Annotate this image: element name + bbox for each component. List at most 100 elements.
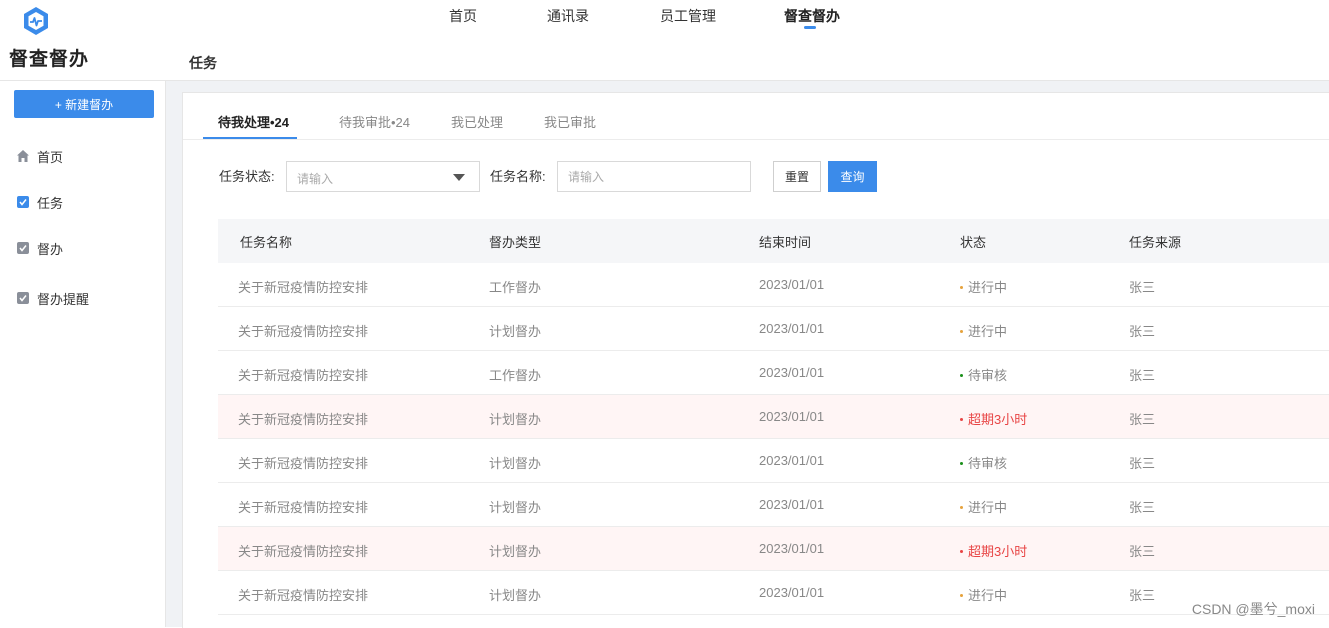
type-cell: 计划督办 (489, 500, 542, 515)
status-text: 超期3小时 (968, 544, 1028, 559)
source-cell: 张三 (1129, 368, 1156, 383)
source-cell: 张三 (1129, 544, 1156, 559)
table-row[interactable]: 关于新冠疫情防控安排 计划督办 2023/01/01 待审核 张三 (218, 439, 1329, 483)
table-body: 关于新冠疫情防控安排 工作督办 2023/01/01 进行中 张三 关于新冠疫情防控安排计… (218, 263, 1329, 615)
reset-button[interactable]: 重置 (773, 161, 821, 192)
tab-processed[interactable]: 我已处理 (451, 112, 503, 131)
status-filter-label: 任务状态: (219, 169, 275, 184)
chevron-down-icon (453, 174, 465, 181)
supervise-icon (17, 242, 29, 254)
topnav-contacts[interactable]: 通讯录 (547, 6, 589, 26)
app-logo-icon (24, 7, 48, 35)
status-dot-icon (960, 506, 963, 510)
tab-approved[interactable]: 我已审批 (544, 112, 596, 131)
name-cell: 关于新冠疫情防控安排 (238, 412, 369, 427)
source-cell: 张三 (1129, 412, 1156, 427)
task-name-input[interactable] (557, 161, 751, 192)
status-text: 进行中 (968, 280, 1008, 295)
status-dot-icon (960, 374, 963, 378)
table-header: 任务名称 督办类型 结束时间 状态 任务来源 (218, 219, 1329, 263)
source-cell: 张三 (1129, 324, 1156, 339)
end-cell: 2023/01/01 (759, 321, 825, 336)
table-row[interactable]: 关于新冠疫情防控安排 计划督办 2023/01/01 超期3小时 张三 (218, 527, 1329, 571)
sidebar-item-label: 任务 (37, 195, 64, 211)
end-cell: 2023/01/01 (759, 541, 825, 556)
name-cell: 关于新冠疫情防控安排 (238, 456, 369, 471)
status-dot-icon (960, 330, 963, 334)
table-row[interactable]: 关于新冠疫情防控安排 计划督办 2023/01/01 进行中 张三 (218, 483, 1329, 527)
status-text: 超期3小时 (968, 412, 1028, 427)
status-text: 进行中 (968, 500, 1008, 515)
tab-bar: 待我处理•24 待我审批•24 我已处理 我已审批 (183, 93, 1329, 140)
name-cell: 关于新冠疫情防控安排 (238, 324, 369, 339)
query-button[interactable]: 查询 (828, 161, 877, 192)
end-cell: 2023/01/01 (759, 409, 825, 424)
table-row[interactable]: 关于新冠疫情防控安排 工作督办 2023/01/01 待审核 张三 (218, 351, 1329, 395)
source-cell: 张三 (1129, 500, 1156, 515)
sidebar-item-label: 首页 (37, 149, 64, 165)
status-select[interactable]: 请输入 (286, 161, 480, 192)
name-cell: 关于新冠疫情防控安排 (238, 588, 369, 603)
status-dot-icon (960, 594, 963, 598)
tab-pending-approval[interactable]: 待我审批•24 (339, 112, 410, 131)
name-cell: 关于新冠疫情防控安排 (238, 280, 369, 295)
reminder-icon (17, 292, 29, 304)
app-title: 督查督办 (9, 49, 90, 70)
column-header: 任务来源 (1129, 235, 1182, 250)
end-cell: 2023/01/01 (759, 497, 825, 512)
table-row[interactable]: 关于新冠疫情防控安排 计划督办 2023/01/01 进行中 张三 (218, 571, 1329, 615)
type-cell: 计划督办 (489, 412, 542, 427)
sidebar-item-label: 督办提醒 (37, 291, 90, 307)
topnav-active-indicator (804, 26, 816, 29)
name-cell: 关于新冠疫情防控安排 (238, 544, 369, 559)
status-dot-icon (960, 550, 963, 554)
status-dot-icon (960, 418, 963, 422)
sidebar-item-supervise[interactable]: 督办 (16, 237, 63, 259)
tab-active-indicator (203, 137, 297, 139)
type-cell: 计划督办 (489, 456, 542, 471)
name-cell: 关于新冠疫情防控安排 (238, 368, 369, 383)
status-cell: 进行中 (960, 497, 1007, 516)
status-dot-icon (960, 286, 963, 290)
status-text: 待审核 (968, 456, 1008, 471)
sidebar-item-reminder[interactable]: 督办提醒 (16, 287, 89, 309)
end-cell: 2023/01/01 (759, 585, 825, 600)
column-header: 督办类型 (489, 235, 542, 250)
page-title: 任务 (189, 55, 217, 71)
topnav-staff[interactable]: 员工管理 (660, 6, 716, 26)
watermark: CSDN @墨兮_moxi (1191, 601, 1315, 617)
table-row[interactable]: 关于新冠疫情防控安排 工作督办 2023/01/01 进行中 张三 (218, 263, 1329, 307)
column-header: 状态 (960, 235, 987, 250)
status-cell: 进行中 (960, 277, 1007, 296)
end-cell: 2023/01/01 (759, 277, 825, 292)
status-text: 进行中 (968, 588, 1008, 603)
status-cell: 进行中 (960, 321, 1007, 340)
table-row[interactable]: 关于新冠疫情防控安排 计划督办 2023/01/01 超期3小时 张三 (218, 395, 1329, 439)
source-cell: 张三 (1129, 280, 1156, 295)
name-cell: 关于新冠疫情防控安排 (238, 500, 369, 515)
home-icon (17, 150, 29, 162)
name-filter-label: 任务名称: (490, 169, 546, 184)
new-supervision-button[interactable]: + 新建督办 (14, 90, 154, 118)
tab-pending-process[interactable]: 待我处理•24 (218, 112, 289, 131)
topnav-home[interactable]: 首页 (449, 6, 477, 26)
type-cell: 计划督办 (489, 588, 542, 603)
source-cell: 张三 (1129, 456, 1156, 471)
status-cell: 超期3小时 (960, 409, 1027, 428)
status-cell: 待审核 (960, 365, 1007, 384)
column-header: 结束时间 (759, 235, 812, 250)
task-table: 任务名称 督办类型 结束时间 状态 任务来源 关于新冠疫情防控安排 工作督办 202… (218, 219, 1329, 615)
type-cell: 计划督办 (489, 324, 542, 339)
status-cell: 进行中 (960, 585, 1007, 604)
sidebar-item-label: 督办 (37, 241, 64, 257)
sidebar-item-home[interactable]: 首页 (16, 145, 63, 167)
type-cell: 计划督办 (489, 544, 542, 559)
status-select-placeholder: 请输入 (297, 172, 334, 186)
source-cell: 张三 (1129, 588, 1156, 603)
topnav-supervision[interactable]: 督查督办 (784, 6, 840, 26)
task-check-icon (17, 196, 29, 208)
end-cell: 2023/01/01 (759, 453, 825, 468)
table-row[interactable]: 关于新冠疫情防控安排 计划督办 2023/01/01 进行中 张三 (218, 307, 1329, 351)
status-text: 待审核 (968, 368, 1008, 383)
sidebar-item-task[interactable]: 任务 (16, 191, 63, 213)
